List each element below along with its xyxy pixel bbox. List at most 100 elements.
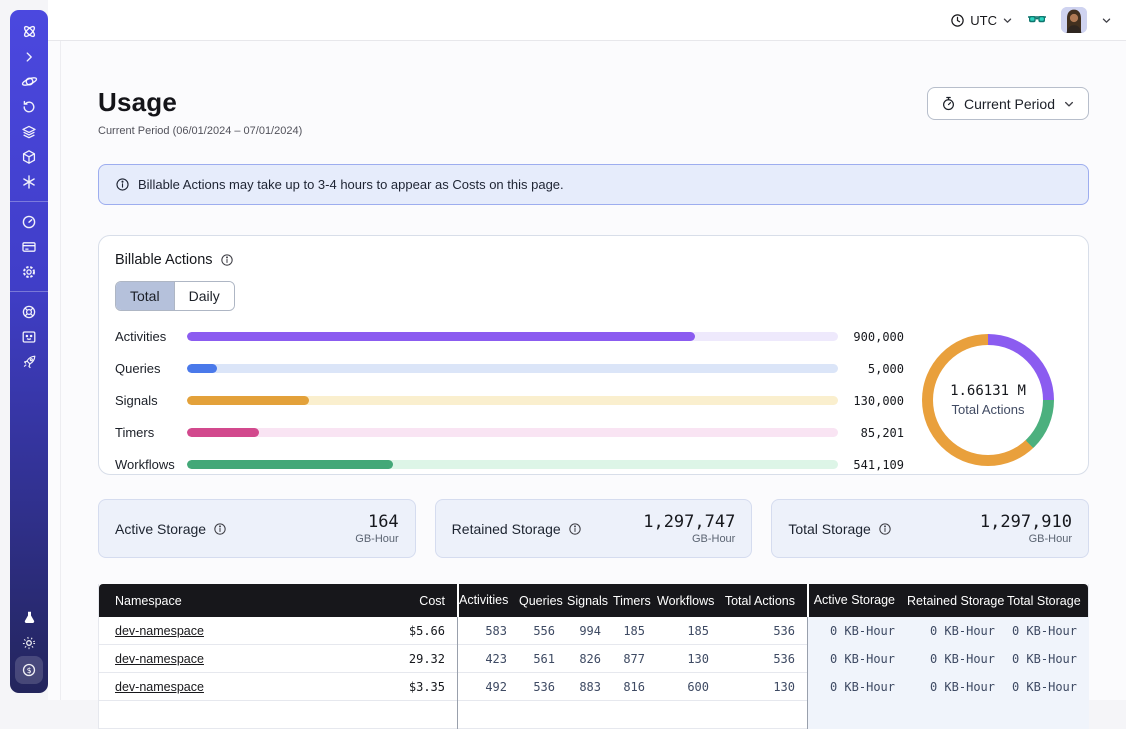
page-title: Usage [98,87,302,118]
info-banner: Billable Actions may take up to 3-4 hour… [98,164,1089,205]
cell-total-actions: 130 [721,673,807,701]
cell-timers: 877 [613,645,657,673]
table-row-partial [99,701,1088,729]
info-circle-icon[interactable] [213,522,227,536]
col-signals: Signals [567,594,613,608]
namespace-link[interactable]: dev-namespace [115,624,204,638]
storage-card-value: 164 [355,512,398,532]
flask-icon[interactable] [14,606,44,629]
temporal-logo-icon[interactable] [14,20,44,43]
clock-icon [950,13,965,28]
layers-icon[interactable] [14,120,44,143]
cell-active-storage: 0 KB-Hour [807,617,907,645]
usage-gauge-icon[interactable] [14,210,44,233]
billable-actions-card: Billable Actions Total Daily Activities … [98,235,1089,475]
bar-value: 85,201 [838,426,904,440]
bar-value: 541,109 [838,458,904,472]
cell-retained-storage: 0 KB-Hour [907,617,1007,645]
period-select-button[interactable]: Current Period [927,87,1089,120]
rocket-icon[interactable] [14,350,44,373]
cell-queries: 536 [519,673,567,701]
cube-icon[interactable] [14,145,44,168]
namespace-link[interactable]: dev-namespace [115,680,204,694]
bar-label: Queries [115,361,187,376]
active-storage-card: Active Storage 164 GB-Hour [98,499,416,558]
table-row: dev-namespace $3.35 492 536 883 816 600 … [99,673,1088,701]
usage-bar-row: Workflows 541,109 [115,457,904,472]
usage-page: Usage Current Period (06/01/2024 – 07/01… [60,41,1126,700]
period-button-label: Current Period [964,96,1055,112]
namespace-usage-table: Namespace Cost Activities Queries Signal… [98,584,1089,729]
storage-card-value: 1,297,747 [643,512,735,532]
current-period-subtitle: Current Period (06/01/2024 – 07/01/2024) [98,125,302,137]
terminal-screen-icon[interactable] [14,325,44,348]
total-actions-label: Total Actions [952,402,1025,417]
cell-queries: 556 [519,617,567,645]
storage-card-unit: GB-Hour [355,533,398,545]
cell-timers: 816 [613,673,657,701]
bar-label: Signals [115,393,187,408]
user-menu-chevron-icon[interactable] [1101,15,1112,26]
usage-bar-row: Queries 5,000 [115,361,904,376]
sidebar-divider [10,201,48,202]
storage-card-unit: GB-Hour [643,533,735,545]
lifebuoy-icon[interactable] [14,300,44,323]
sun-icon[interactable] [14,631,44,654]
namespaces-icon[interactable] [14,70,44,93]
bar-track-queries [187,364,838,373]
glasses-icon[interactable] [1027,12,1047,28]
storage-card-label: Active Storage [115,521,206,537]
total-actions-value: 1.66131 M [950,383,1026,399]
storage-card-label: Retained Storage [452,521,561,537]
cell-total-storage: 0 KB-Hour [1007,617,1089,645]
gear-icon[interactable] [14,260,44,283]
timezone-label: UTC [970,13,997,28]
chevron-right-icon[interactable] [14,45,44,68]
sidebar-gutter [48,41,60,700]
table-header: Namespace Cost Activities Queries Signal… [99,584,1088,617]
asterisk-icon[interactable] [14,170,44,193]
chevron-down-icon [1002,15,1013,26]
col-total-storage: Total Storage [1007,594,1089,608]
billable-actions-chart: Activities 900,000 Queries 5,000 Signals… [115,327,1072,472]
tab-daily[interactable]: Daily [174,282,234,310]
bar-track-signals [187,396,838,405]
storage-card-label: Total Storage [788,521,871,537]
usage-bar-row: Signals 130,000 [115,393,904,408]
cell-active-storage: 0 KB-Hour [807,673,907,701]
retained-storage-card: Retained Storage 1,297,747 GB-Hour [435,499,753,558]
col-queries: Queries [519,594,567,608]
total-storage-card: Total Storage 1,297,910 GB-Hour [771,499,1089,558]
cell-signals: 883 [567,673,613,701]
tab-total[interactable]: Total [116,282,174,310]
storage-card-value: 1,297,910 [980,512,1072,532]
bar-label: Timers [115,425,187,440]
bar-value: 130,000 [838,394,904,408]
timezone-selector[interactable]: UTC [950,13,1013,28]
topbar: UTC [48,0,1126,41]
cell-workflows: 185 [657,617,721,645]
cell-retained-storage: 0 KB-Hour [907,673,1007,701]
avatar[interactable] [1061,7,1087,33]
history-icon[interactable] [14,95,44,118]
namespace-link[interactable]: dev-namespace [115,652,204,666]
cell-retained-storage: 0 KB-Hour [907,645,1007,673]
cell-total-storage: 0 KB-Hour [1007,645,1089,673]
cell-total-storage: 0 KB-Hour [1007,673,1089,701]
cell-workflows: 600 [657,673,721,701]
info-circle-icon[interactable] [568,522,582,536]
billing-card-icon[interactable] [14,235,44,258]
usage-bar-row: Activities 900,000 [115,329,904,344]
col-total-actions: Total Actions [721,594,807,608]
info-circle-icon[interactable] [220,253,234,267]
dollar-coin-icon[interactable]: $ [15,656,43,684]
cell-signals: 994 [567,617,613,645]
svg-text:$: $ [27,666,32,675]
col-namespace: Namespace [99,594,345,608]
storage-card-unit: GB-Hour [980,533,1072,545]
cell-cost: $3.35 [345,673,457,701]
usage-bar-row: Timers 85,201 [115,425,904,440]
cell-active-storage: 0 KB-Hour [807,645,907,673]
info-circle-icon[interactable] [878,522,892,536]
col-active-storage: Active Storage [807,584,907,617]
